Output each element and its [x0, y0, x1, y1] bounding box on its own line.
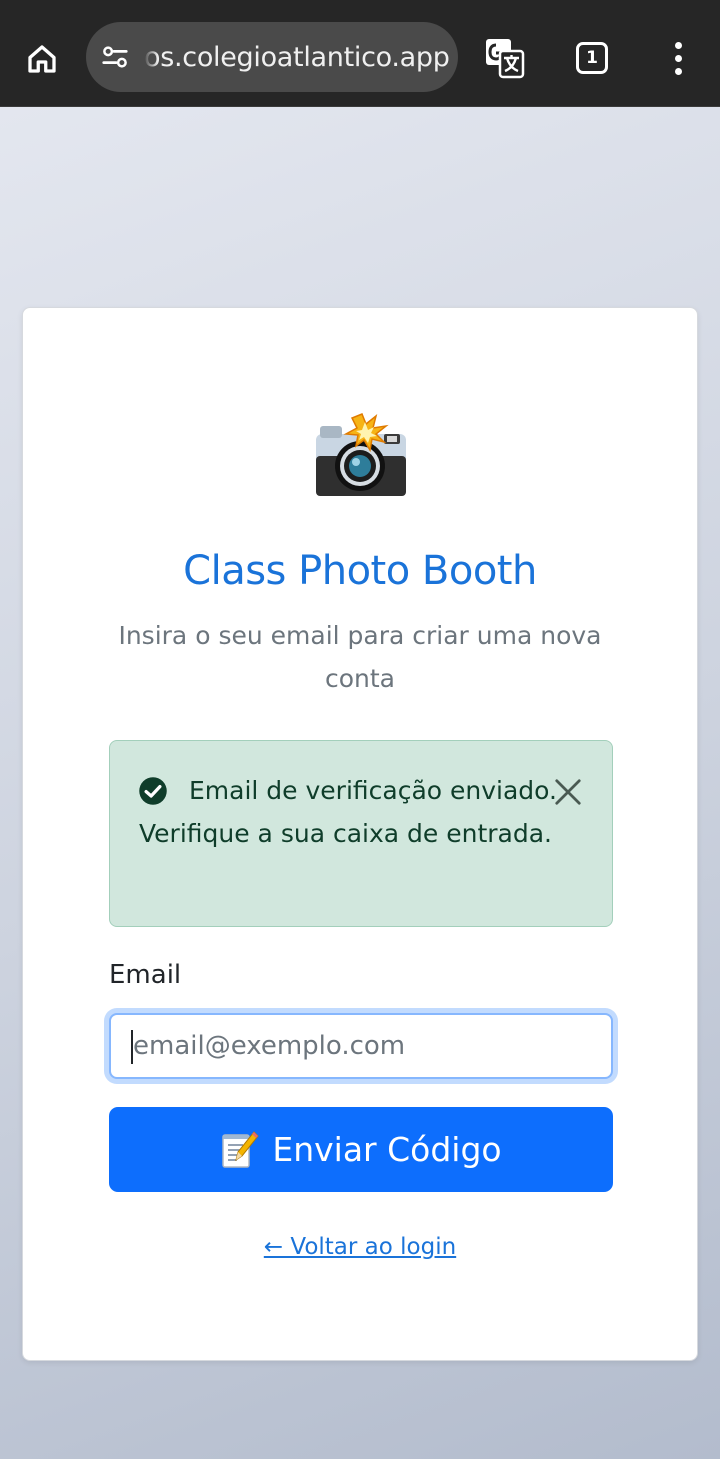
alert-close-button[interactable] [550, 774, 586, 810]
home-button[interactable] [18, 35, 66, 83]
alert-message: Email de verificação enviado. Verifique … [139, 776, 557, 848]
url-text: os.colegioatlantico.app [144, 41, 450, 73]
email-label: Email [109, 960, 182, 990]
camera-flash-icon [23, 408, 697, 508]
send-code-button[interactable]: Enviar Código [109, 1107, 613, 1192]
home-icon [28, 45, 56, 73]
tune-icon [102, 46, 128, 68]
close-icon [555, 779, 581, 805]
text-caret [131, 1030, 133, 1064]
browser-toolbar: os.colegioatlantico.app 1 [0, 0, 720, 107]
success-alert: Email de verificação enviado. Verifique … [109, 740, 613, 927]
translate-icon [486, 39, 525, 79]
email-input[interactable] [109, 1013, 613, 1079]
translate-button[interactable] [480, 34, 528, 82]
address-bar[interactable]: os.colegioatlantico.app [86, 22, 458, 92]
menu-button[interactable] [660, 34, 696, 82]
site-info-button[interactable] [86, 22, 144, 92]
page-title: Class Photo Booth [183, 548, 537, 594]
back-to-login-link[interactable]: ← Voltar ao login [264, 1234, 456, 1260]
back-link-container: ← Voltar ao login [23, 1234, 697, 1260]
memo-icon [222, 1130, 260, 1168]
page-subtitle: Insira o seu email para criar uma nova c… [118, 621, 602, 693]
tab-switcher-button[interactable]: 1 [570, 36, 614, 80]
send-code-label: Enviar Código [272, 1130, 502, 1169]
more-vert-icon [674, 41, 682, 49]
tab-count: 1 [576, 42, 608, 74]
signup-card: Class Photo Booth Insira o seu email par… [22, 307, 698, 1361]
